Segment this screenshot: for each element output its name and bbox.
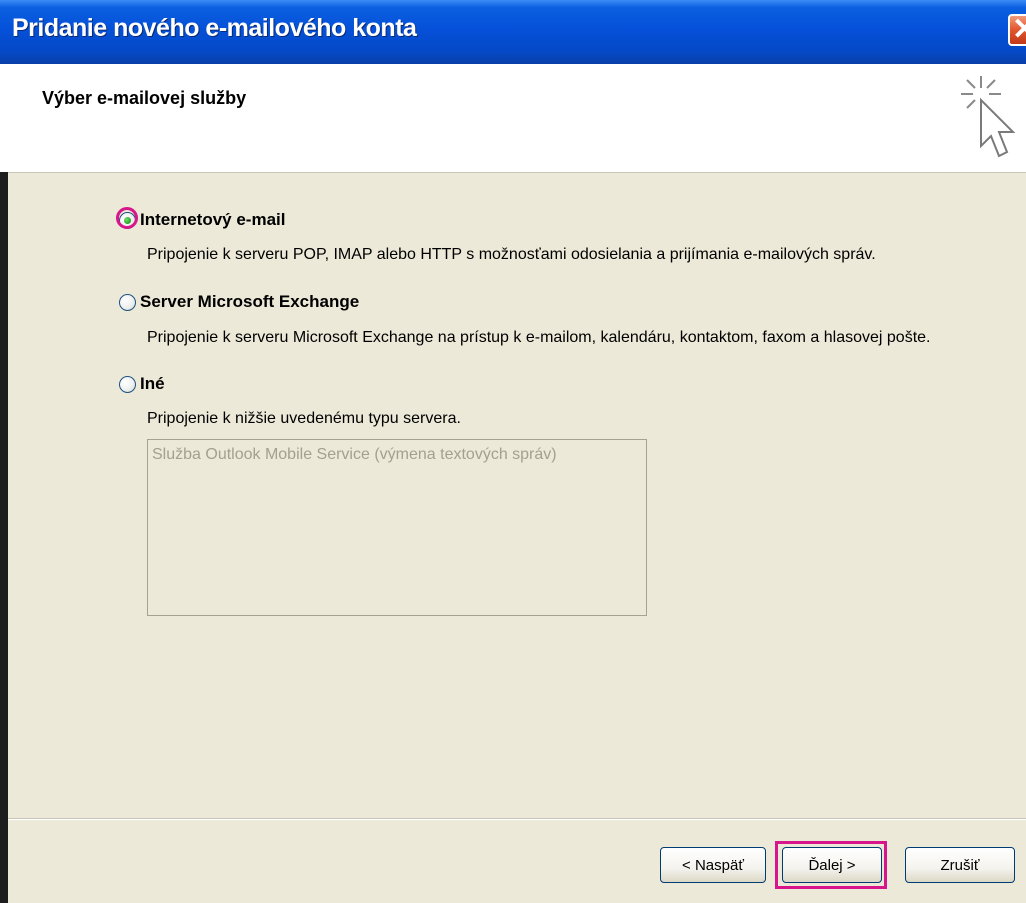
radio-exchange-server[interactable] xyxy=(119,293,136,311)
close-button[interactable]: ✕ xyxy=(1008,13,1026,46)
title-bar[interactable]: Pridanie nového e-mailového konta ✕ xyxy=(0,0,1026,64)
radio-other[interactable] xyxy=(119,375,136,393)
selection-highlight xyxy=(116,207,138,229)
option-internet-email[interactable]: Internetový e-mail xyxy=(119,210,286,230)
cancel-button[interactable]: Zrušiť xyxy=(905,847,1015,883)
server-type-list[interactable]: Služba Outlook Mobile Service (výmena te… xyxy=(147,439,647,616)
list-item[interactable]: Služba Outlook Mobile Service (výmena te… xyxy=(152,446,557,464)
footer-divider xyxy=(8,818,1026,820)
option-description-internet-email: Pripojenie k serveru POP, IMAP alebo HTT… xyxy=(147,246,876,263)
window-title: Pridanie nového e-mailového konta xyxy=(12,14,417,42)
next-button-highlight xyxy=(775,841,887,889)
close-icon: ✕ xyxy=(1012,13,1026,46)
option-other[interactable]: Iné xyxy=(119,374,165,394)
option-label-internet-email: Internetový e-mail xyxy=(140,210,286,229)
option-description-exchange-server: Pripojenie k serveru Microsoft Exchange … xyxy=(147,329,931,346)
option-exchange-server[interactable]: Server Microsoft Exchange xyxy=(119,292,359,312)
wizard-cursor-icon xyxy=(961,76,1016,158)
back-button[interactable]: < Naspäť xyxy=(660,847,766,883)
add-email-account-dialog: Pridanie nového e-mailového konta ✕ Výbe… xyxy=(0,0,1026,903)
option-label-other: Iné xyxy=(140,374,165,393)
page-title: Výber e-mailovej služby xyxy=(42,88,247,108)
wizard-header xyxy=(0,64,1026,173)
option-label-exchange-server: Server Microsoft Exchange xyxy=(140,292,360,311)
option-description-other: Pripojenie k nižšie uvedenému typu serve… xyxy=(147,410,461,427)
left-edge xyxy=(0,172,8,903)
